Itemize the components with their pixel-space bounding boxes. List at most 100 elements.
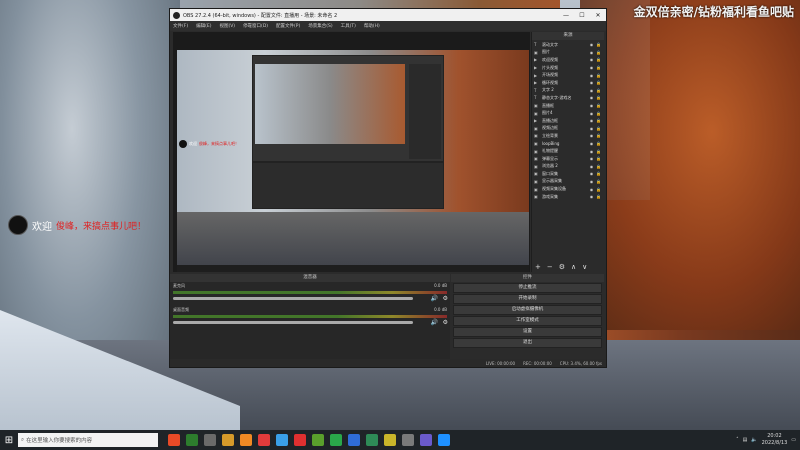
eye-icon[interactable]: ◉ [588,57,595,62]
eye-icon[interactable]: ◉ [588,95,595,100]
source-item[interactable]: ▣ 立绘背景 ◉ 🔒 [532,132,604,140]
volume-slider[interactable] [173,321,413,324]
source-item[interactable]: ▣ 浏览器 2 ◉ 🔒 [532,163,604,171]
tray-arrow-icon[interactable]: ˄ [736,437,739,443]
network-icon[interactable]: ▤ [743,437,748,443]
source-item[interactable]: ▣ 视频边框 ◉ 🔒 [532,125,604,133]
taskbar-app-icon[interactable] [276,434,288,446]
lock-icon[interactable]: 🔒 [595,126,602,131]
speaker-icon[interactable]: 🔊 [431,319,438,326]
taskbar-app-icon[interactable] [240,434,252,446]
preview-canvas[interactable]: 欢迎 俊峰，来搞点事儿吧！ [173,32,530,272]
volume-icon[interactable]: 🔈 [751,437,757,443]
stop-streaming-button[interactable]: 停止推流 [453,283,602,293]
eye-icon[interactable]: ◉ [588,171,595,176]
eye-icon[interactable]: ◉ [588,103,595,108]
settings-button[interactable]: 设置 [453,327,602,337]
lock-icon[interactable]: 🔒 [595,164,602,169]
source-item[interactable]: ▣ 图片4 ◉ 🔒 [532,109,604,117]
lock-icon[interactable]: 🔒 [595,187,602,192]
lock-icon[interactable]: 🔒 [595,141,602,146]
source-item[interactable]: ▣ 直播框 ◉ 🔒 [532,102,604,110]
source-item[interactable]: ▣ 图片 ◉ 🔒 [532,49,604,57]
move-up-icon[interactable]: ∧ [571,263,576,271]
taskbar-app-icon[interactable] [438,434,450,446]
title-bar[interactable]: OBS 27.2.4 (64-bit, windows) - 配置文件: 直播用… [170,9,606,21]
lock-icon[interactable]: 🔒 [595,95,602,100]
eye-icon[interactable]: ◉ [588,187,595,192]
source-item[interactable]: T 滚动文字 ◉ 🔒 [532,41,604,49]
eye-icon[interactable]: ◉ [588,194,595,199]
eye-icon[interactable]: ◉ [588,65,595,70]
lock-icon[interactable]: 🔒 [595,118,602,123]
eye-icon[interactable]: ◉ [588,179,595,184]
move-down-icon[interactable]: ∨ [582,263,587,271]
source-item[interactable]: ▣ loopBing ◉ 🔒 [532,140,604,148]
eye-icon[interactable]: ◉ [588,42,595,47]
minimize-button[interactable]: — [558,12,574,19]
start-recording-button[interactable]: 开始录制 [453,294,602,304]
source-item[interactable]: T 文字 2 ◉ 🔒 [532,87,604,95]
lock-icon[interactable]: 🔒 [595,73,602,78]
menu-view[interactable]: 视图(V) [219,23,235,29]
source-item[interactable]: ▣ 显示器采集 ◉ 🔒 [532,178,604,186]
source-item[interactable]: ▶ 欢迎视频 ◉ 🔒 [532,56,604,64]
gear-icon[interactable]: ⚙ [443,319,448,326]
lock-icon[interactable]: 🔒 [595,65,602,70]
taskbar-app-icon[interactable] [186,434,198,446]
taskbar-app-icon[interactable] [366,434,378,446]
lock-icon[interactable]: 🔒 [595,80,602,85]
eye-icon[interactable]: ◉ [588,156,595,161]
taskbar-app-icon[interactable] [384,434,396,446]
close-button[interactable]: ✕ [590,12,606,19]
source-item[interactable]: ▶ 循环视频 ◉ 🔒 [532,79,604,87]
lock-icon[interactable]: 🔒 [595,133,602,138]
eye-icon[interactable]: ◉ [588,73,595,78]
eye-icon[interactable]: ◉ [588,141,595,146]
taskbar-app-icon[interactable] [204,434,216,446]
exit-button[interactable]: 退出 [453,338,602,348]
remove-source-icon[interactable]: − [547,263,553,271]
taskbar-app-icon[interactable] [222,434,234,446]
eye-icon[interactable]: ◉ [588,118,595,123]
taskbar-app-icon[interactable] [420,434,432,446]
source-item[interactable]: ▣ 窗口采集 ◉ 🔒 [532,170,604,178]
source-item[interactable]: ▣ 视频采集设备 ◉ 🔒 [532,185,604,193]
menu-docks[interactable]: 停靠窗口(D) [243,23,268,29]
studio-mode-button[interactable]: 工作室模式 [453,316,602,326]
speaker-icon[interactable]: 🔊 [431,295,438,302]
lock-icon[interactable]: 🔒 [595,111,602,116]
notification-icon[interactable]: ▭ [791,437,796,443]
menu-file[interactable]: 文件(F) [173,23,188,29]
eye-icon[interactable]: ◉ [588,50,595,55]
taskbar-app-icon[interactable] [312,434,324,446]
eye-icon[interactable]: ◉ [588,133,595,138]
eye-icon[interactable]: ◉ [588,164,595,169]
taskbar-app-icon[interactable] [402,434,414,446]
lock-icon[interactable]: 🔒 [595,103,602,108]
source-properties-icon[interactable]: ⚙ [559,263,565,271]
source-item[interactable]: ▶ 片头视频 ◉ 🔒 [532,64,604,72]
windows-start-icon[interactable]: ⊞ [0,435,18,446]
eye-icon[interactable]: ◉ [588,149,595,154]
eye-icon[interactable]: ◉ [588,80,595,85]
eye-icon[interactable]: ◉ [588,88,595,93]
taskbar-search[interactable]: ⌕ 在这里输入你要搜索的内容 [18,433,158,447]
taskbar-clock[interactable]: 20:02 2022/8/13 [762,433,788,447]
menu-profile[interactable]: 配置文件(P) [276,23,300,29]
source-item[interactable]: ▣ 游戏采集 ◉ 🔒 [532,193,604,201]
lock-icon[interactable]: 🔒 [595,179,602,184]
obs-window[interactable]: OBS 27.2.4 (64-bit, windows) - 配置文件: 直播用… [169,8,607,368]
taskbar-app-icon[interactable] [348,434,360,446]
source-item[interactable]: ▣ 弹幕显示 ◉ 🔒 [532,155,604,163]
add-source-icon[interactable]: + [535,263,541,271]
eye-icon[interactable]: ◉ [588,111,595,116]
source-item[interactable]: T 静态文字-游戏名 ◉ 🔒 [532,94,604,102]
gear-icon[interactable]: ⚙ [443,295,448,302]
source-item[interactable]: ▶ 开场视频 ◉ 🔒 [532,71,604,79]
taskbar-app-icon[interactable] [168,434,180,446]
source-item[interactable]: ▣ 礼物提醒 ◉ 🔒 [532,147,604,155]
taskbar-app-icon[interactable] [258,434,270,446]
volume-slider[interactable] [173,297,413,300]
eye-icon[interactable]: ◉ [588,126,595,131]
